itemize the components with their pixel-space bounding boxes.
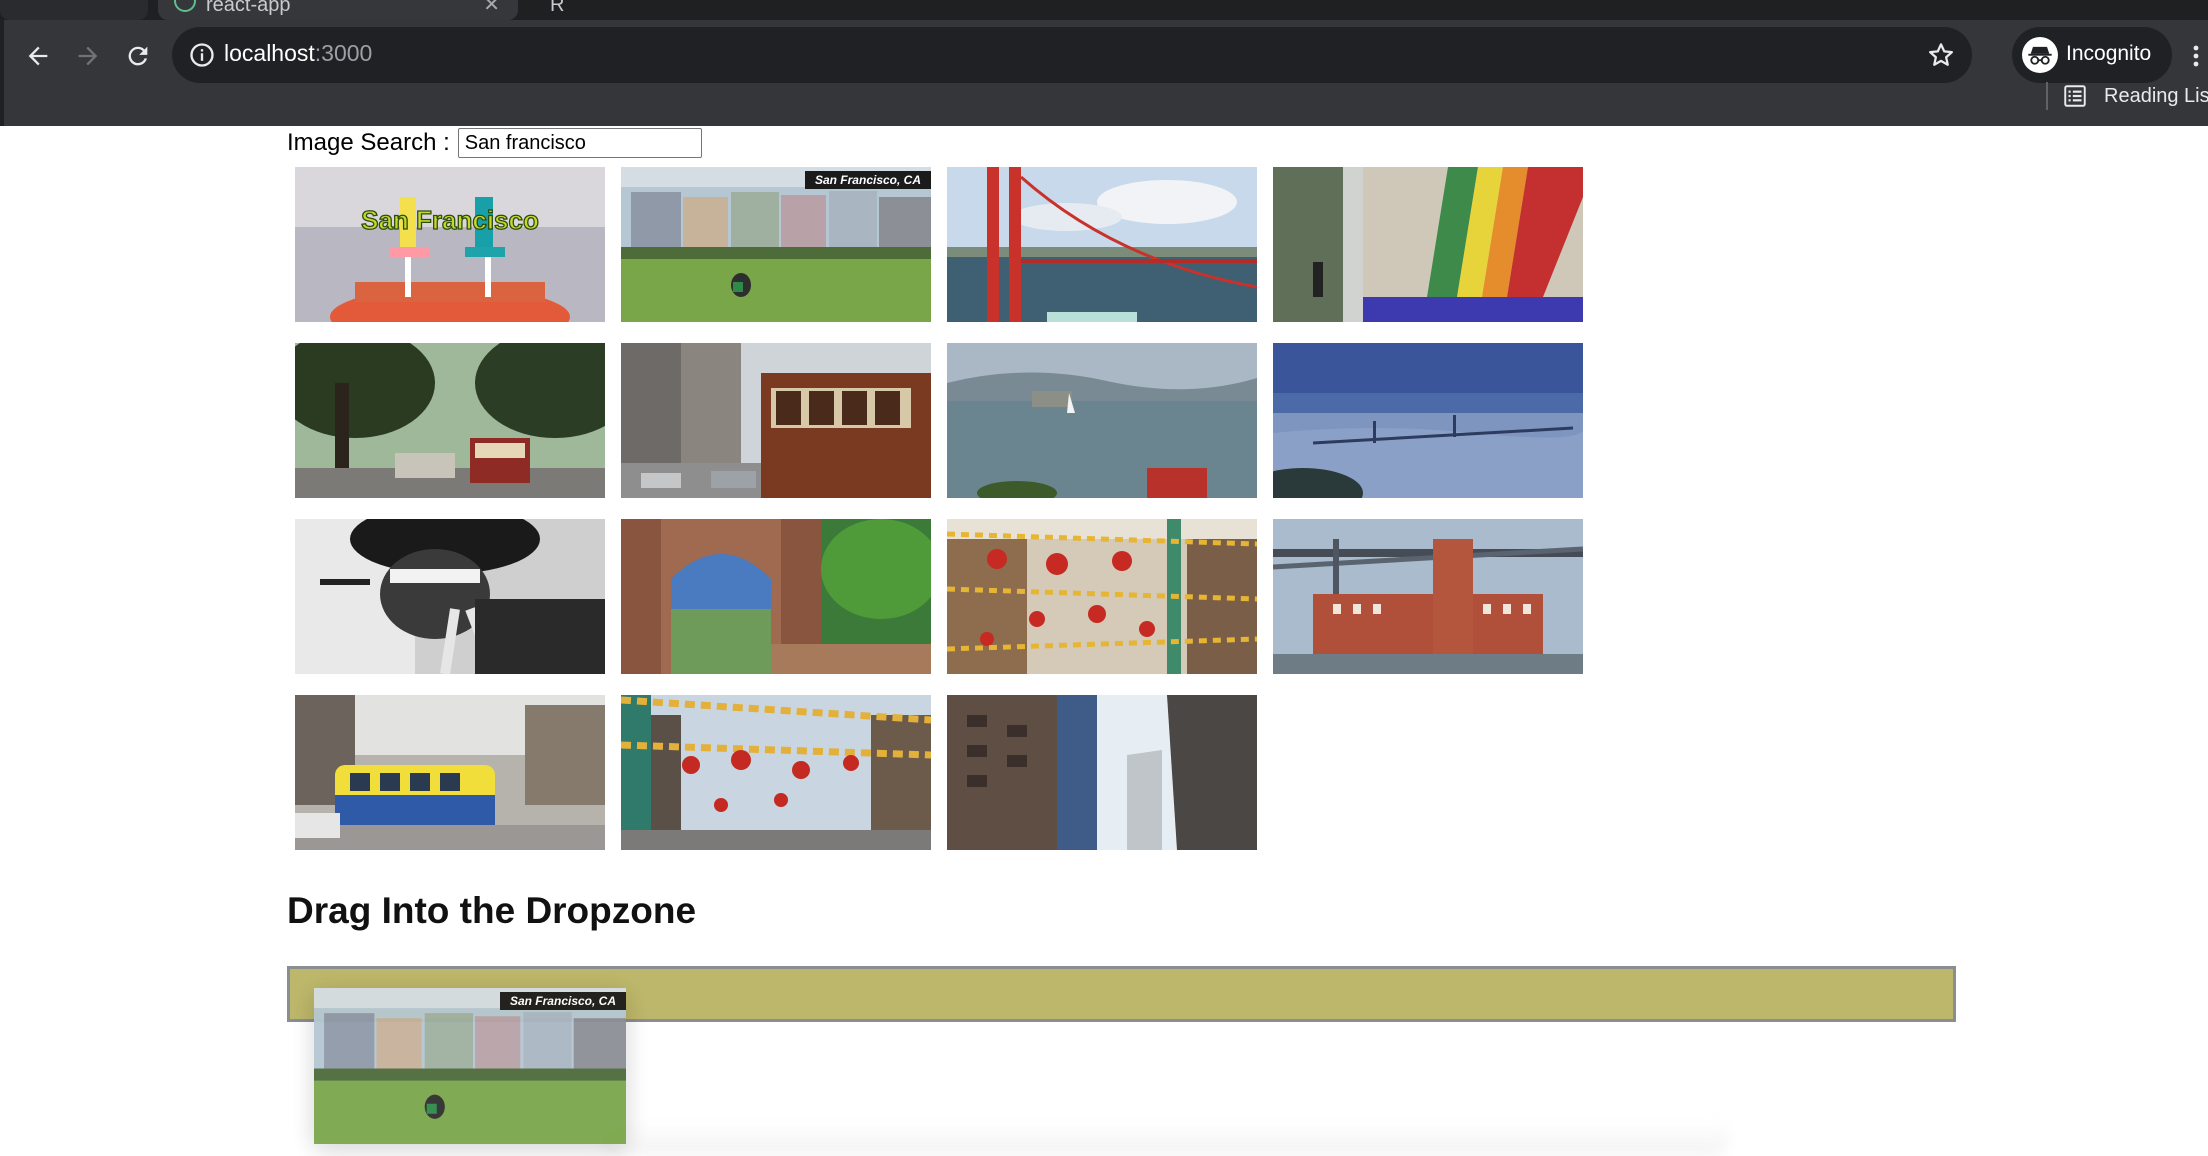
image-search-input[interactable] [457,128,702,158]
back-button[interactable] [16,34,60,78]
painted-ladies-photo [314,988,626,1144]
browser-toolbar: localhost:3000 Incognito Reading List [0,20,2208,126]
image-thumbnail[interactable] [295,695,605,850]
window-edge [0,20,4,126]
forward-button[interactable] [66,34,110,78]
tab-next[interactable]: R [530,0,600,20]
image-thumbnail[interactable] [947,343,1257,498]
tab-strip: react-app ✕ R [0,0,2208,20]
rapper-portrait-bw-photo [295,519,605,674]
kebab-menu-icon[interactable] [2186,34,2206,78]
image-thumbnail[interactable] [947,167,1257,322]
reload-icon [128,46,148,66]
arrow-left-icon [28,46,48,66]
drag-shadow [600,1120,1730,1156]
painted-ladies-photo [621,167,931,322]
tab-close-icon[interactable]: ✕ [483,0,500,17]
image-thumbnail[interactable] [621,695,931,850]
tab-previous[interactable] [0,0,148,20]
cable-car-street-photo [621,343,931,498]
image-thumbnail[interactable] [947,695,1257,850]
alcatraz-bay-photo [947,343,1257,498]
tab2-title: R [550,0,565,16]
url-host: localhost [224,40,315,66]
image-thumbnail[interactable] [621,343,931,498]
title-card-exercise-photo: San Francisco [295,167,605,322]
chinatown-lanterns-photo [947,519,1257,674]
url-port: :3000 [314,40,373,66]
street-trees-cablecar-photo [295,343,605,498]
image-search-row: Image Search : [287,126,702,160]
image-thumbnail[interactable] [295,519,605,674]
rainbow-mural-photo [1273,167,1583,322]
skyscrapers-photo [947,695,1257,850]
palace-fine-arts-photo [621,519,931,674]
image-thumbnail[interactable]: San Francisco, CA [621,167,931,322]
incognito-icon [2022,37,2058,73]
image-thumbnail[interactable] [947,519,1257,674]
star-icon[interactable] [1926,40,1956,70]
address-bar[interactable]: localhost:3000 [172,27,1972,83]
reading-list-label: Reading List [2104,84,2208,107]
image-thumbnail[interactable] [621,519,931,674]
image-search-label: Image Search : [287,129,450,156]
image-caption-badge: San Francisco, CA [804,171,931,189]
golden-gate-tower-photo [947,167,1257,322]
image-thumbnail[interactable] [295,343,605,498]
image-thumbnail[interactable] [1273,519,1583,674]
react-favicon-icon [174,0,196,12]
image-thumbnail[interactable] [1273,167,1583,322]
dropzone-heading: Drag Into the Dropzone [287,890,697,931]
image-thumbnail[interactable]: San Francisco [295,167,605,322]
tab-active[interactable]: react-app ✕ [158,0,518,20]
incognito-profile-button[interactable]: Incognito [2012,27,2172,83]
incognito-label: Incognito [2066,42,2152,65]
reading-list-button[interactable]: Reading List [2062,80,2208,112]
bay-bridge-distant-photo [1273,343,1583,498]
image-thumbnail[interactable] [1273,343,1583,498]
svg-text:San Francisco: San Francisco [361,205,539,235]
dragged-image[interactable]: San Francisco, CA [314,988,626,1144]
yellow-streetcar-photo [295,695,605,850]
info-icon[interactable] [188,41,216,69]
dragged-caption-badge: San Francisco, CA [499,992,626,1010]
tab-title: react-app [206,0,291,16]
reading-list-icon [2064,85,2086,107]
url-text: localhost:3000 [224,40,372,67]
arrow-right-icon [78,46,98,66]
ferry-building-bridge-photo [1273,519,1583,674]
chinatown-flags-photo [621,695,931,850]
bookmarks-divider [2046,82,2048,110]
reload-button[interactable] [116,34,160,78]
